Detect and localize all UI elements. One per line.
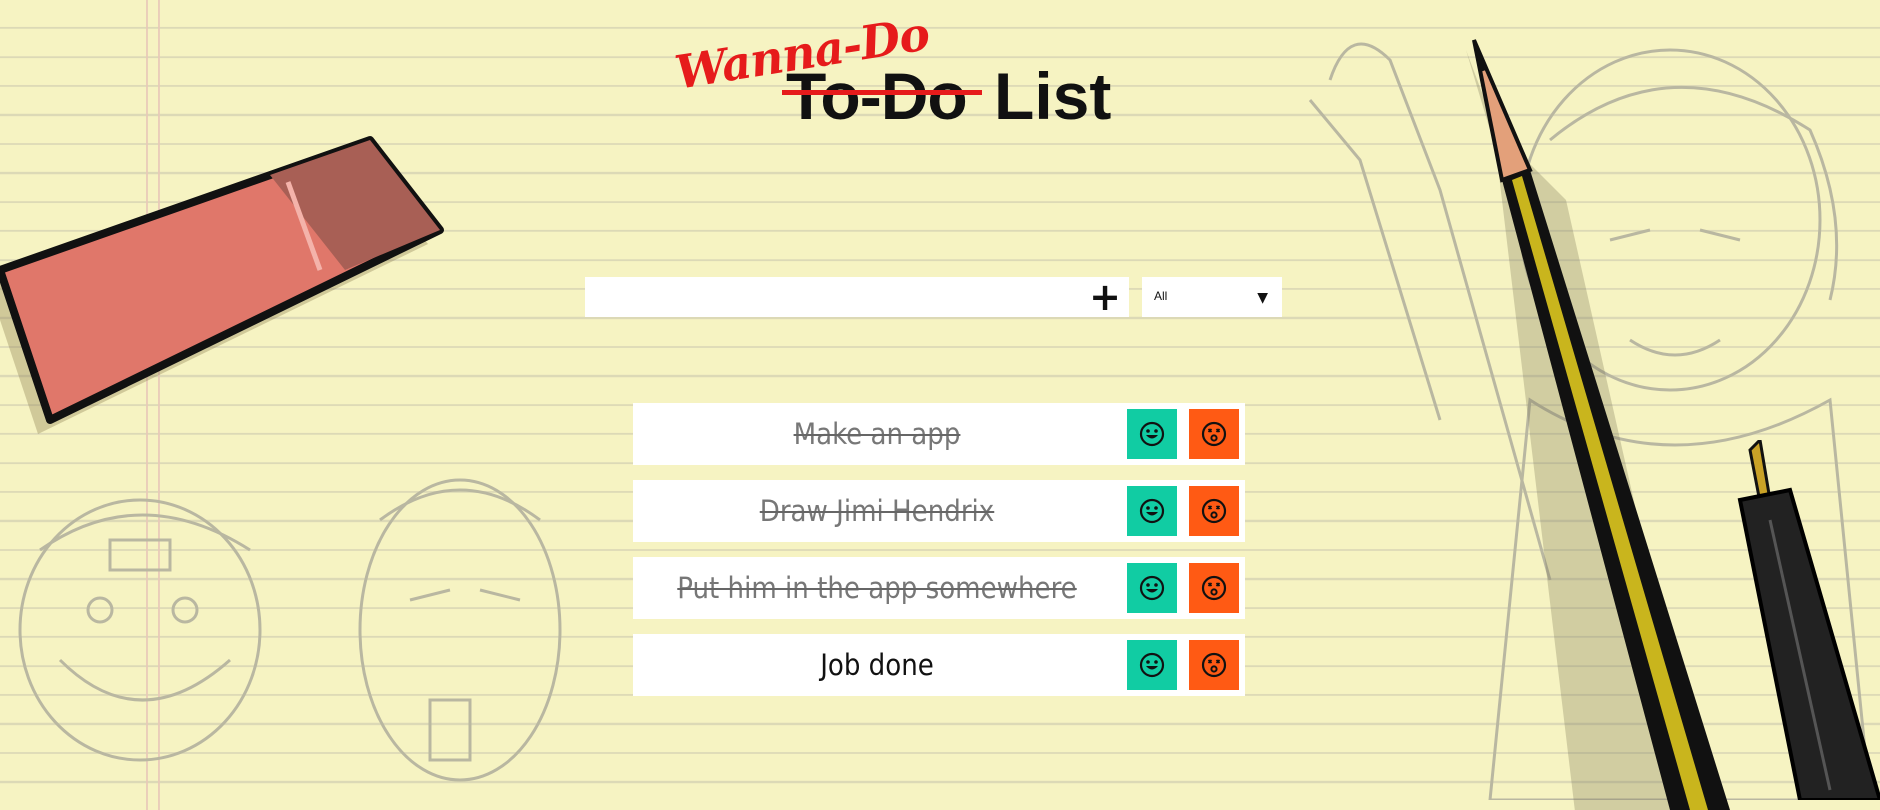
dizzy-face-icon bbox=[1201, 652, 1227, 678]
title-strike-line bbox=[782, 90, 982, 95]
smile-face-icon bbox=[1139, 575, 1165, 601]
complete-button[interactable] bbox=[1127, 640, 1177, 690]
complete-button[interactable] bbox=[1127, 563, 1177, 613]
delete-button[interactable] bbox=[1189, 640, 1239, 690]
smile-face-icon bbox=[1139, 498, 1165, 524]
delete-button[interactable] bbox=[1189, 486, 1239, 536]
todo-input[interactable] bbox=[585, 277, 1075, 317]
add-todo-form: + bbox=[585, 277, 1129, 317]
eraser-illustration bbox=[0, 136, 444, 434]
todo-item: Put him in the app somewhere bbox=[633, 557, 1245, 619]
delete-button[interactable] bbox=[1189, 409, 1239, 459]
dizzy-face-icon bbox=[1201, 575, 1227, 601]
complete-button[interactable] bbox=[1127, 409, 1177, 459]
sketch-doodle-faces bbox=[18, 478, 562, 782]
todo-item-text: Draw Jimi Hendrix bbox=[759, 494, 995, 528]
todo-item: Make an app bbox=[633, 403, 1245, 465]
marker-pen-illustration bbox=[1737, 440, 1880, 800]
smile-face-icon bbox=[1139, 652, 1165, 678]
todo-item-text: Put him in the app somewhere bbox=[677, 571, 1077, 605]
complete-button[interactable] bbox=[1127, 486, 1177, 536]
filter-select[interactable]: All ▼ bbox=[1142, 277, 1282, 317]
pencil-illustration bbox=[1466, 39, 1730, 810]
caret-down-icon: ▼ bbox=[1257, 290, 1268, 306]
filter-selected-value: All bbox=[1154, 289, 1168, 303]
smile-face-icon bbox=[1139, 421, 1165, 447]
todo-item: Draw Jimi Hendrix bbox=[633, 480, 1245, 542]
page-title: Wanna-Do To-Do List bbox=[660, 6, 1120, 133]
delete-button[interactable] bbox=[1189, 563, 1239, 613]
plus-icon: + bbox=[1089, 275, 1121, 319]
todo-item: Job done bbox=[633, 634, 1245, 696]
dizzy-face-icon bbox=[1201, 498, 1227, 524]
title-word: List bbox=[994, 59, 1112, 133]
dizzy-face-icon bbox=[1201, 421, 1227, 447]
todo-list: Make an app Draw Jimi Hendrix Put him in… bbox=[633, 403, 1245, 711]
todo-item-text: Make an app bbox=[793, 417, 961, 451]
title-struck-word: To-Do bbox=[786, 59, 968, 133]
todo-item-text: Job done bbox=[820, 648, 934, 682]
add-todo-button[interactable]: + bbox=[1085, 277, 1125, 317]
